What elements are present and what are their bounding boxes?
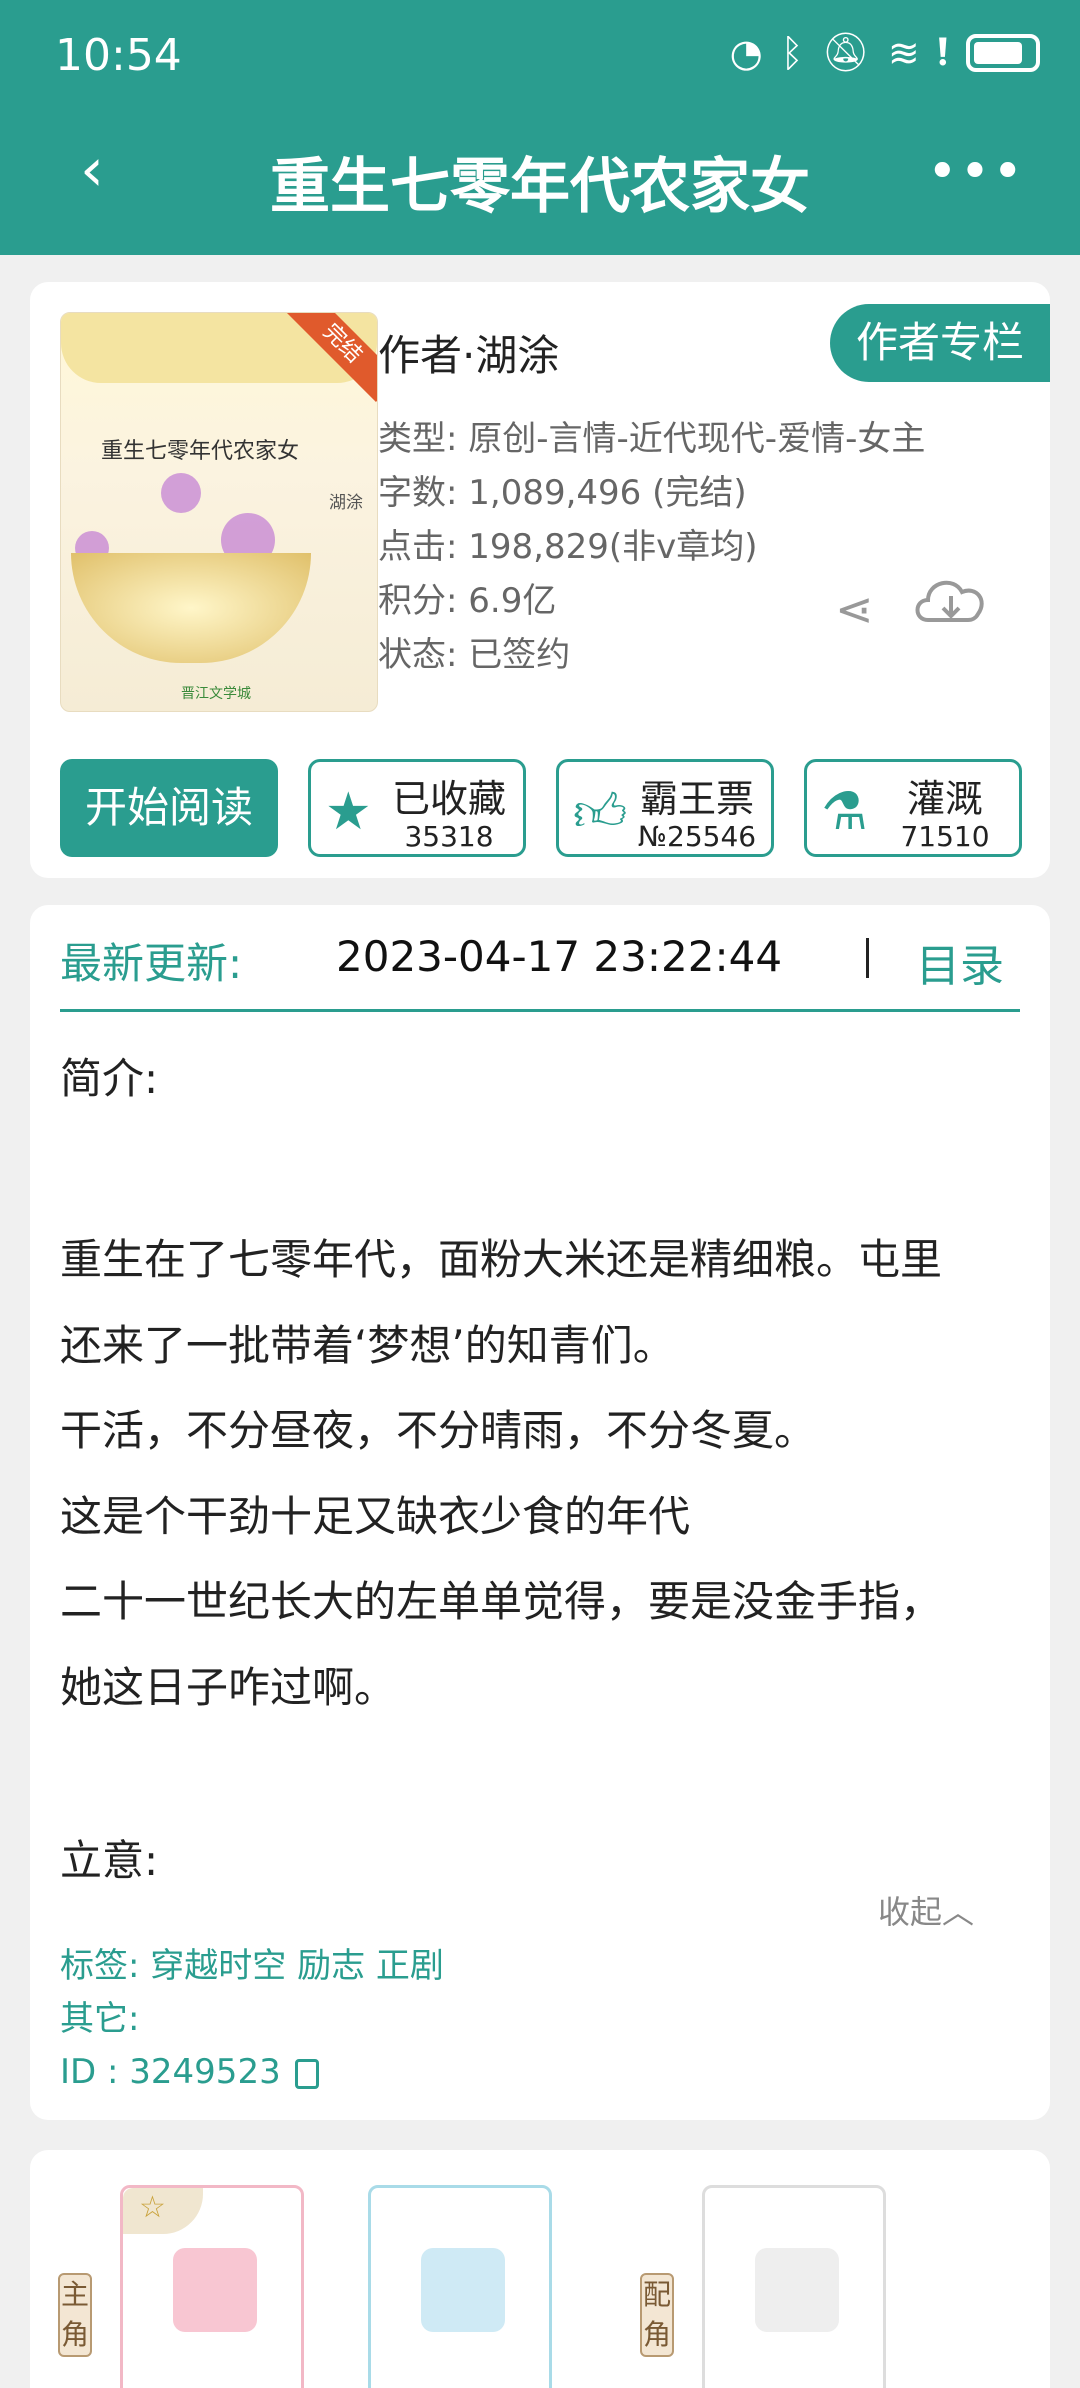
catalog-link[interactable]: 目录 <box>916 930 1004 994</box>
ticket-button[interactable]: 👍︎ 霸王票 №25546 <box>556 759 774 857</box>
irrigate-button[interactable]: ⚗︎ 灌溉 71510 <box>804 759 1022 857</box>
theme-label: 立意: <box>60 1836 159 1885</box>
ticket-count: №25546 <box>637 820 757 853</box>
tags-section: 标签: 穿越时空 励志 正剧 其它: ID : 3249523 <box>60 1940 444 2099</box>
tags-line[interactable]: 标签: 穿越时空 励志 正剧 <box>60 1940 444 1993</box>
intro-line: 干活，不分昼夜，不分晴雨，不分冬夏。 <box>60 1406 817 1455</box>
copy-icon[interactable] <box>294 2058 319 2089</box>
flask-icon: ⚗︎ <box>821 782 868 842</box>
intro-line: 这是个干劲十足又缺衣少食的年代 <box>60 1491 691 1541</box>
cover-title: 重生七零年代农家女 <box>101 439 300 464</box>
id-text: ID : 3249523 <box>60 2052 281 2092</box>
role-avatar <box>755 2248 839 2332</box>
intro-card: 最新更新: 2023-04-17 23:22:44 目录 简介: 重生在了七零年… <box>30 905 1050 2120</box>
alert-icon: ❗︎ <box>937 30 948 74</box>
meta-word-count: 字数: 1,089,496 (完结) <box>378 473 747 513</box>
thumbs-up-icon: 👍︎ <box>573 783 628 843</box>
book-cover[interactable]: 重生七零年代农家女 湖涂 完结 晋江文学城 <box>60 312 378 712</box>
id-line: ID : 3249523 <box>60 2046 444 2099</box>
favorite-label: 已收藏 <box>391 777 506 821</box>
status-icons: ◔ ᛒ 🔕︎ ≋ ❗︎ <box>730 30 1040 75</box>
role-avatar <box>173 2248 257 2332</box>
speed-icon: ◔ <box>729 30 763 75</box>
support-role-label: 配角 <box>640 2273 674 2357</box>
role-card[interactable] <box>702 2185 886 2388</box>
intro-line: 重生在了七零年代，面粉大米还是精细粮。屯里 <box>60 1235 943 1284</box>
intro-line: 二十一世纪长大的左单单觉得，要是没金手指， <box>60 1577 943 1626</box>
irrigate-count: 71510 <box>900 820 990 853</box>
cover-bowl <box>71 553 311 663</box>
star-icon: ★ <box>325 782 372 842</box>
divider <box>866 938 869 978</box>
favorite-count: 35318 <box>404 820 494 853</box>
star-badge-icon: ☆ <box>123 2188 203 2234</box>
irrigate-label: 灌溉 <box>906 777 983 821</box>
battery-icon <box>966 33 1040 72</box>
intro-label: 简介: <box>60 1054 159 1103</box>
wifi-icon: ≋ <box>887 30 920 75</box>
status-time: 10:54 <box>55 30 182 81</box>
divider <box>60 1009 1020 1012</box>
intro-line: 还来了一批带着‘梦想’的知青们。 <box>60 1320 675 1370</box>
meta-status: 状态: 已签约 <box>378 635 571 675</box>
other-line: 其它: <box>60 1999 140 2039</box>
book-info-card: 重生七零年代农家女 湖涂 完结 晋江文学城 作者·湖涂 作者专栏 类型: 原创-… <box>30 282 1050 878</box>
cover-flower <box>161 473 201 513</box>
cover-publisher-logo: 晋江文学城 <box>181 686 251 702</box>
author-name[interactable]: 作者·湖涂 <box>378 322 559 383</box>
main-role-label: 主角 <box>58 2273 92 2357</box>
download-cloud-icon[interactable] <box>910 570 992 630</box>
start-reading-button[interactable]: 开始阅读 <box>60 759 278 857</box>
latest-update-time[interactable]: 2023-04-17 23:22:44 <box>336 932 782 981</box>
meta-clicks: 点击: 198,829(非v章均) <box>378 527 758 567</box>
role-card[interactable] <box>368 2185 552 2388</box>
mute-icon: 🔕︎ <box>821 30 870 74</box>
intro-line: 她这日子咋过啊。 <box>60 1662 397 1712</box>
book-meta: 类型: 原创-言情-近代现代-爱情-女主 字数: 1,089,496 (完结) … <box>378 412 925 682</box>
author-column-button[interactable]: 作者专栏 <box>829 304 1050 382</box>
app-header: 10:54 ◔ ᛒ 🔕︎ ≋ ❗︎ ‹ 重生七零年代农家女 ••• <box>0 0 1080 255</box>
collapse-button[interactable]: 收起︿ <box>878 1887 974 1933</box>
bluetooth-icon: ᛒ <box>780 30 804 75</box>
page-title: 重生七零年代农家女 <box>270 152 810 222</box>
share-icon[interactable]: ⋖ <box>835 582 874 636</box>
role-card[interactable]: ☆ <box>120 2185 304 2388</box>
roles-card: 主角 ☆ 配角 <box>30 2150 1050 2388</box>
ticket-label: 霸王票 <box>639 777 754 821</box>
more-icon[interactable]: ••• <box>927 142 1025 202</box>
cover-author: 湖涂 <box>329 493 363 513</box>
action-row: 开始阅读 ★ 已收藏 35318 👍︎ 霸王票 №25546 ⚗︎ 灌溉 715… <box>60 759 1022 857</box>
role-avatar <box>421 2248 505 2332</box>
latest-update-label: 最新更新: <box>60 939 243 988</box>
intro-text: 重生在了七零年代，面粉大米还是精细粮。屯里 还来了一批带着‘梦想’的知青们。 干… <box>60 1217 1020 1730</box>
favorite-button[interactable]: ★ 已收藏 35318 <box>308 759 526 857</box>
meta-type: 类型: 原创-言情-近代现代-爱情-女主 <box>378 419 926 459</box>
